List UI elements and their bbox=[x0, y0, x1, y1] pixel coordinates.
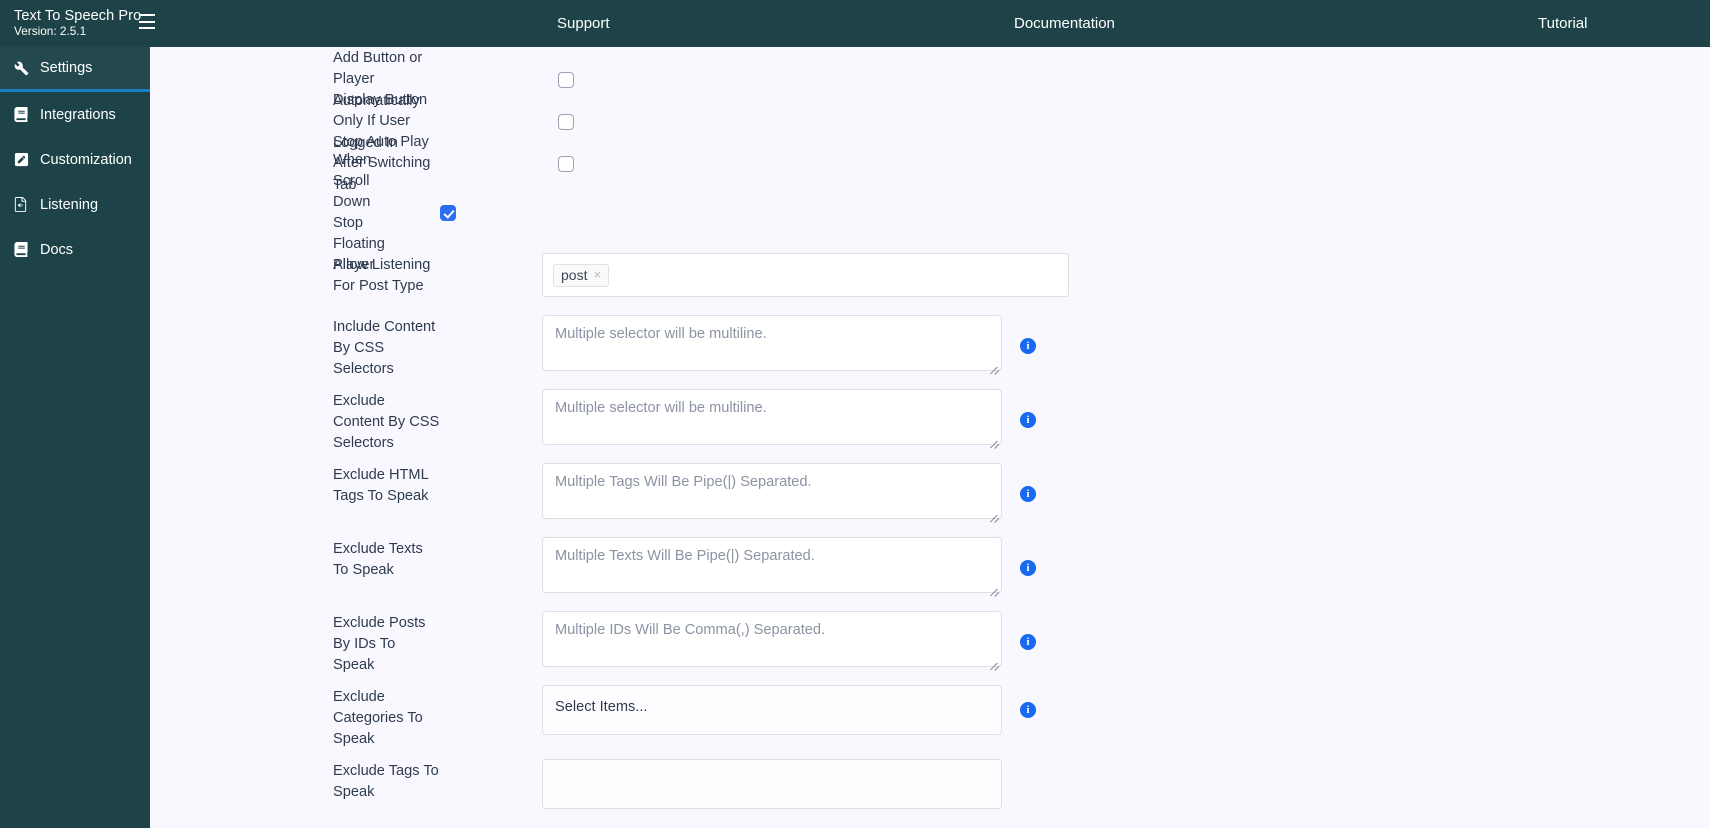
wrench-icon bbox=[14, 61, 33, 76]
nav-link-tutorial[interactable]: Tutorial bbox=[1538, 0, 1587, 47]
textarea-exclude-html-tags[interactable] bbox=[542, 463, 1002, 519]
info-icon[interactable]: i bbox=[1020, 485, 1036, 502]
book-icon bbox=[14, 107, 33, 122]
info-icon[interactable]: i bbox=[1020, 337, 1036, 354]
setting-label: Allow Listening For Post Type bbox=[333, 257, 431, 295]
info-icon[interactable]: i bbox=[1020, 411, 1036, 428]
setting-row-include-css: Include Content By CSS Selectors i bbox=[150, 315, 1710, 389]
setting-control: i bbox=[440, 315, 1710, 376]
book-icon bbox=[14, 242, 33, 257]
setting-label: Exclude Posts By IDs To Speak bbox=[333, 615, 426, 674]
sidebar-item-label: Listening bbox=[40, 196, 99, 213]
textarea-shell bbox=[542, 315, 1002, 376]
sidebar: Settings Integrations Customization List… bbox=[0, 47, 150, 828]
setting-control: i bbox=[440, 389, 1710, 450]
info-icon[interactable]: i bbox=[1020, 633, 1036, 650]
textarea-exclude-texts[interactable] bbox=[542, 537, 1002, 593]
top-bar: Text To Speech Pro Version: 2.5.1 Suppor… bbox=[0, 0, 1710, 47]
select-exclude-categories[interactable]: Select Items... bbox=[542, 685, 1002, 735]
sidebar-item-label: Integrations bbox=[40, 106, 116, 123]
sidebar-item-integrations[interactable]: Integrations bbox=[0, 92, 150, 137]
setting-row-exclude-texts: Exclude Texts To Speak i bbox=[150, 537, 1710, 611]
textarea-shell bbox=[542, 611, 1002, 672]
setting-label: Exclude Tags To Speak bbox=[333, 763, 439, 801]
setting-control: i bbox=[440, 537, 1710, 598]
info-icon[interactable]: i bbox=[1020, 559, 1036, 576]
setting-row-exclude-post-ids: Exclude Posts By IDs To Speak i bbox=[150, 611, 1710, 685]
select-exclude-tags[interactable] bbox=[542, 759, 1002, 809]
setting-row-exclude-html-tags: Exclude HTML Tags To Speak i bbox=[150, 463, 1710, 537]
setting-control bbox=[440, 156, 1710, 172]
setting-label: Exclude HTML Tags To Speak bbox=[333, 467, 429, 505]
setting-control: Select Items... i bbox=[440, 685, 1710, 735]
setting-row-scroll-stop-floating: When Scroll Down Stop Floating Player bbox=[150, 152, 1710, 273]
textarea-exclude-content-css[interactable] bbox=[542, 389, 1002, 445]
textarea-shell bbox=[542, 389, 1002, 450]
sidebar-item-label: Settings bbox=[40, 60, 93, 76]
pen-square-icon bbox=[14, 152, 33, 167]
setting-row-post-type: Allow Listening For Post Type post × bbox=[150, 253, 1710, 315]
info-icon[interactable]: i bbox=[1020, 702, 1036, 718]
tag-chip-remove-icon[interactable]: × bbox=[593, 268, 601, 281]
checkbox-stop-autoplay-tab-switch[interactable] bbox=[558, 156, 574, 172]
tag-chip-post: post × bbox=[553, 263, 610, 287]
textarea-shell bbox=[542, 537, 1002, 598]
nav-link-documentation[interactable]: Documentation bbox=[1014, 0, 1115, 47]
checkbox-add-button-automatically[interactable] bbox=[558, 72, 574, 88]
setting-label: Exclude Texts To Speak bbox=[333, 541, 423, 579]
sidebar-item-docs[interactable]: Docs bbox=[0, 227, 150, 272]
sidebar-item-customization[interactable]: Customization bbox=[0, 137, 150, 182]
setting-row-exclude-categories: Exclude Categories To Speak Select Items… bbox=[150, 685, 1710, 759]
setting-control bbox=[440, 759, 1710, 809]
settings-panel: Add Button or Player Automatically Displ… bbox=[150, 47, 1710, 828]
file-audio-icon bbox=[14, 197, 33, 212]
checkbox-scroll-stop-floating-player[interactable] bbox=[440, 205, 456, 221]
app-title: Text To Speech Pro bbox=[14, 7, 142, 24]
sidebar-item-settings[interactable]: Settings bbox=[0, 47, 150, 92]
setting-row-exclude-css: Exclude Content By CSS Selectors i bbox=[150, 389, 1710, 463]
app-root: Text To Speech Pro Version: 2.5.1 Suppor… bbox=[0, 0, 1710, 828]
nav-link-support[interactable]: Support bbox=[557, 0, 610, 47]
top-nav: Support Documentation Tutorial bbox=[150, 0, 1710, 47]
setting-control bbox=[440, 72, 1710, 88]
sidebar-item-listening[interactable]: Listening bbox=[0, 182, 150, 227]
app-version: Version: 2.5.1 bbox=[14, 24, 87, 39]
setting-control: post × bbox=[440, 253, 1710, 297]
brand-text: Text To Speech Pro Version: 2.5.1 bbox=[14, 8, 141, 39]
checkbox-display-if-logged-in[interactable] bbox=[558, 114, 574, 130]
setting-control bbox=[440, 114, 1710, 130]
tag-chip-label: post bbox=[561, 266, 588, 283]
setting-label: Exclude Categories To Speak bbox=[333, 689, 423, 748]
setting-label: Exclude Content By CSS Selectors bbox=[333, 393, 440, 452]
sidebar-item-label: Docs bbox=[40, 241, 74, 258]
setting-control bbox=[395, 205, 1710, 221]
setting-control: i bbox=[440, 611, 1710, 672]
brand-block: Text To Speech Pro Version: 2.5.1 bbox=[0, 0, 155, 47]
setting-label: Include Content By CSS Selectors bbox=[333, 319, 436, 378]
textarea-include-content-css[interactable] bbox=[542, 315, 1002, 371]
post-type-tag-input[interactable]: post × bbox=[542, 253, 1069, 297]
setting-row-exclude-tags: Exclude Tags To Speak bbox=[150, 759, 1710, 828]
textarea-exclude-post-ids[interactable] bbox=[542, 611, 1002, 667]
sidebar-item-label: Customization bbox=[40, 151, 132, 168]
setting-control: i bbox=[440, 463, 1710, 524]
textarea-shell bbox=[542, 463, 1002, 524]
